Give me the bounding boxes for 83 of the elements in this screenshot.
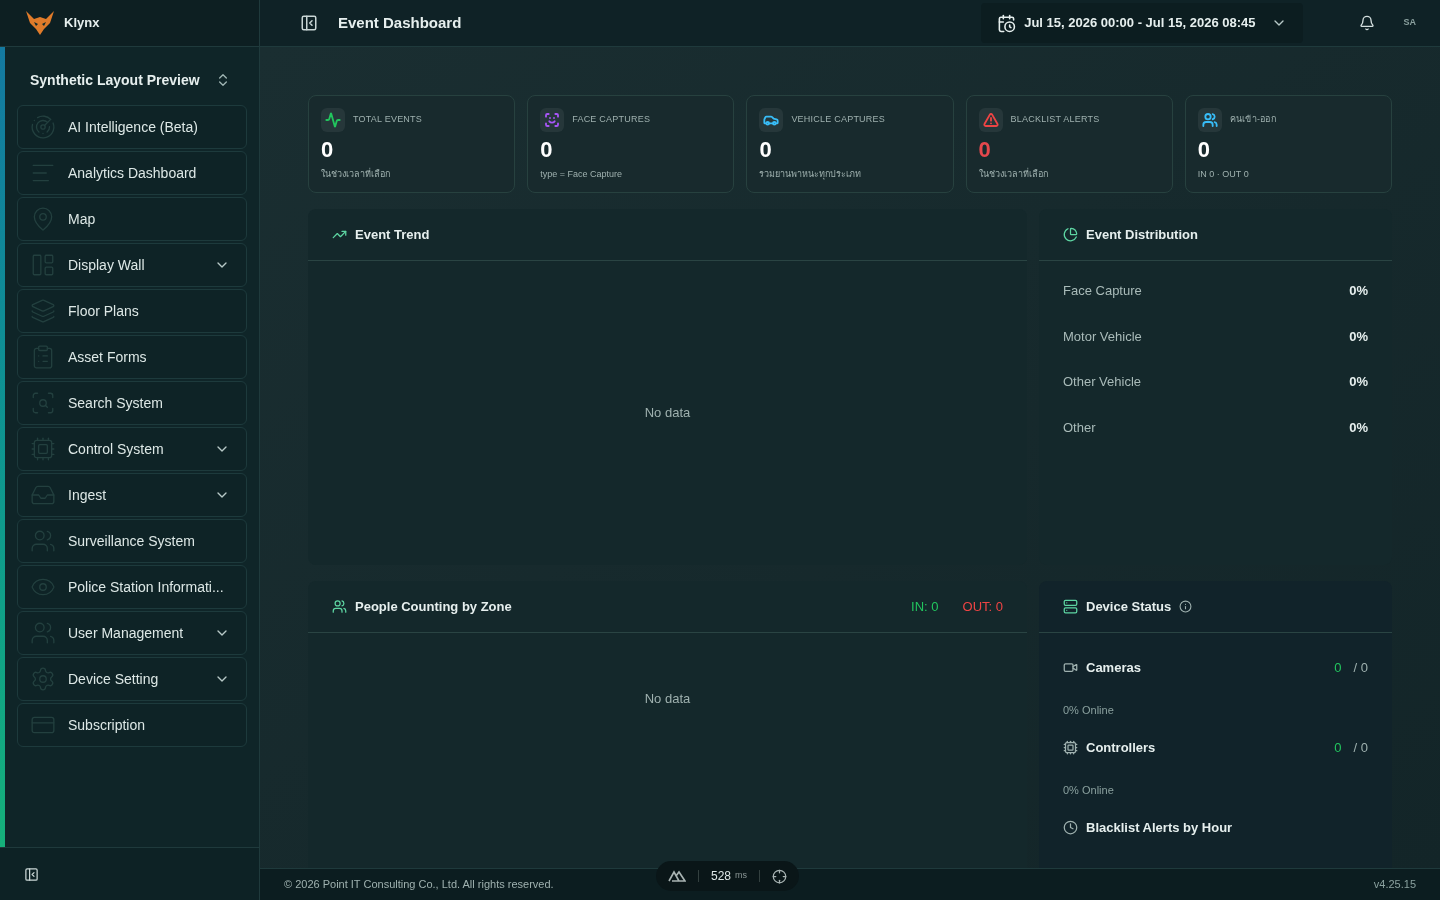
sidebar-item[interactable]: Floor Plans [17,289,247,333]
users-icon [332,599,347,614]
panel-title: People Counting by Zone [355,597,513,616]
total-count: / 0 [1353,659,1368,677]
total-count: / 0 [1353,739,1368,757]
latency-unit: ms [735,869,748,883]
mountain-logo-icon [668,870,686,882]
layout-icon [30,252,56,278]
section-title: Blacklist Alerts by Hour [1086,819,1233,837]
distribution-label: Motor Vehicle [1063,327,1142,346]
stat-value: 0 [978,136,991,164]
chip-icon [1063,740,1078,756]
out-count: OUT: 0 [962,597,1003,616]
stat-note: type = Face Capture [540,167,622,181]
info-icon [1179,600,1193,613]
calendar-clock-icon [997,13,1017,33]
sidebar-item[interactable]: Subscription [17,703,247,747]
sidebar-item[interactable]: Device Setting [17,657,247,701]
stat-label: VEHICLE CAPTURES [791,113,885,127]
distribution-value: 0% [1349,418,1368,437]
panel-title: Device Status [1086,597,1172,616]
stat-note: ในช่วงเวลาที่เลือก [321,167,390,181]
distribution-label: Other [1063,418,1096,437]
sidebar-item[interactable]: Control System [17,427,247,471]
empty-message: No data [644,690,691,708]
server-icon [1063,599,1078,614]
users-icon [30,528,56,554]
distribution-value: 0% [1349,327,1368,346]
stat-value: 0 [540,136,553,164]
stat-note: IN 0 · OUT 0 [1197,167,1249,181]
device-name: Controllers [1086,739,1157,757]
latency-value: 528 [711,868,732,885]
chip-icon [30,436,56,462]
stat-note: รวมยานพาหนะทุกประเภท [759,167,862,181]
sidebar-item[interactable]: Asset Forms [17,335,247,379]
notifications-button[interactable] [1359,15,1376,31]
date-range-picker[interactable]: Jul 15, 2026 00:00 - Jul 15, 2026 08:45 [981,3,1304,43]
scan-icon [30,390,56,416]
radar-icon [30,114,56,140]
collapse-sidebar-button[interactable] [24,866,39,882]
pie-chart-icon [1063,227,1078,242]
sidebar-item[interactable]: Search System [17,381,247,425]
clock-icon [1063,820,1078,836]
fox-logo-icon [24,9,56,37]
online-percentage: 0% Online [1063,702,1114,718]
online-percentage: 0% Online [1063,782,1114,798]
stat-value: 0 [1197,136,1211,164]
sidebar-item[interactable]: Police Station Informati... [17,565,247,609]
stat-label: FACE CAPTURES [572,113,651,127]
version-text: v4.25.15 [1373,877,1416,893]
empty-message: No data [644,404,691,423]
layers-icon [30,298,56,324]
distribution-value: 0% [1349,373,1368,391]
in-count: IN: 0 [911,597,939,616]
brand-name: Klynx [64,14,100,33]
distribution-label: Face Capture [1063,282,1142,300]
sidebar-item[interactable]: Display Wall [17,243,247,287]
crosshair-icon[interactable] [772,868,788,884]
users-icon [30,620,56,646]
settings-icon [30,666,56,692]
copyright-text: © 2026 Point IT Consulting Co., Ltd. All rights reserved. [284,877,554,893]
panel-title: Event Distribution [1086,225,1198,244]
online-count: 0 [1334,739,1342,757]
online-count: 0 [1334,659,1342,677]
page-title: Event Dashboard [338,12,462,33]
panel-title: Event Trend [355,225,430,244]
distribution-value: 0% [1349,282,1368,300]
stat-value: 0 [321,136,334,164]
device-name: Cameras [1086,659,1142,677]
sidebar-item[interactable]: Surveillance System [17,519,247,563]
sidebar-item[interactable]: AI Intelligence (Beta) [17,105,247,149]
stat-label: คนเข้า-ออก [1229,113,1276,127]
sidebar-item[interactable]: Map [17,197,247,241]
sidebar-item[interactable]: User Management [17,611,247,655]
toggle-sidebar-button[interactable] [300,14,318,32]
stat-value: 0 [759,136,772,164]
workspace-switcher[interactable]: Synthetic Layout Preview [17,55,247,105]
sidebar-item[interactable]: Ingest [17,473,247,517]
sidebar-item[interactable]: Analytics Dashboard [17,151,247,195]
stat-label: BLACKLIST ALERTS [1010,113,1100,127]
stat-label: TOTAL EVENTS [353,113,423,127]
stat-note: ในช่วงเวลาที่เลือก [978,167,1048,181]
distribution-label: Other Vehicle [1063,373,1142,391]
